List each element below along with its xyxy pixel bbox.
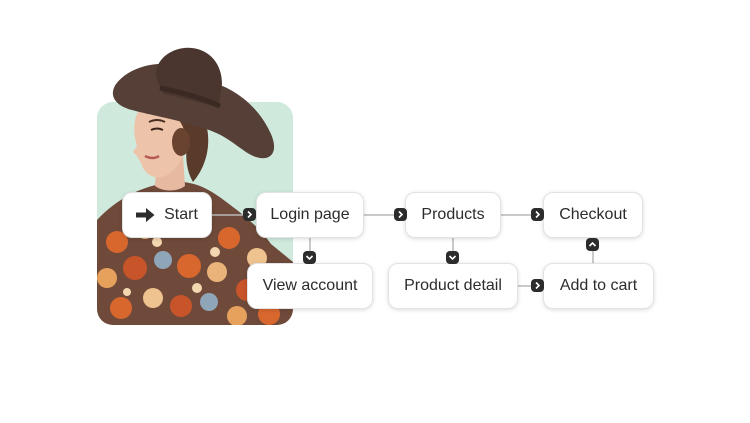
chevron-right-icon	[243, 208, 256, 221]
products-node-label: Products	[421, 206, 485, 223]
checkout-node-label: Checkout	[559, 206, 627, 223]
start-node-label: Start	[164, 206, 198, 223]
chevron-right-icon	[531, 208, 544, 221]
chevron-down-icon	[303, 251, 316, 264]
chevron-right-icon	[394, 208, 407, 221]
view-account-node[interactable]: View account	[247, 263, 373, 309]
view-account-node-label: View account	[262, 277, 358, 294]
add-to-cart-node[interactable]: Add to cart	[543, 263, 654, 309]
start-node[interactable]: Start	[122, 192, 212, 238]
checkout-node[interactable]: Checkout	[543, 192, 643, 238]
hat-illustration	[112, 47, 275, 159]
login-page-node[interactable]: Login page	[256, 192, 364, 238]
login-page-node-label: Login page	[270, 206, 350, 223]
product-detail-node[interactable]: Product detail	[388, 263, 518, 309]
chevron-up-icon	[586, 238, 599, 251]
product-detail-node-label: Product detail	[404, 277, 502, 294]
add-to-cart-node-label: Add to cart	[559, 277, 638, 294]
chevron-down-icon	[446, 251, 459, 264]
arrow-right-icon	[136, 208, 155, 222]
products-node[interactable]: Products	[405, 192, 501, 238]
chevron-right-icon	[531, 279, 544, 292]
